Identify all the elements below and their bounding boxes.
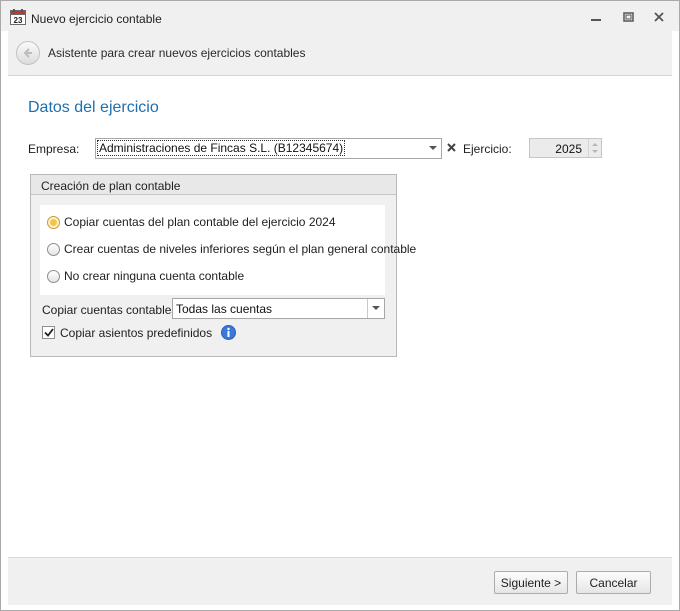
radio-option-crear[interactable]: Crear cuentas de niveles inferiores segú… [47, 241, 416, 257]
window-title: Nuevo ejercicio contable [31, 12, 162, 26]
copiar-cuentas-value: Todas las cuentas [176, 302, 273, 316]
wizard-header: Asistente para crear nuevos ejercicios c… [8, 31, 672, 76]
wizard-subtitle: Asistente para crear nuevos ejercicios c… [48, 46, 306, 60]
radio-label: Copiar cuentas del plan contable del eje… [64, 215, 336, 229]
restore-icon [622, 12, 634, 22]
minimize-icon [591, 19, 601, 21]
empresa-dropdown-button[interactable] [424, 139, 441, 158]
copiar-asientos-checkbox[interactable] [42, 326, 55, 339]
group-title: Creación de plan contable [41, 179, 181, 193]
empresa-clear-button[interactable] [443, 139, 460, 156]
title-bar: 23 Nuevo ejercicio contable [1, 1, 679, 31]
close-icon [654, 12, 664, 22]
spin-up-icon[interactable] [592, 143, 598, 146]
radio-option-no-crear[interactable]: No crear ninguna cuenta contable [47, 268, 244, 284]
empresa-label: Empresa: [28, 142, 80, 156]
radio-panel: Copiar cuentas del plan contable del eje… [40, 205, 416, 295]
group-header: Creación de plan contable [31, 175, 396, 195]
chevron-down-icon [372, 306, 380, 310]
ejercicio-value: 2025 [555, 142, 582, 156]
svg-text:23: 23 [14, 16, 23, 25]
close-button[interactable] [648, 9, 670, 25]
ejercicio-label: Ejercicio: [463, 142, 512, 156]
ejercicio-spinner[interactable]: 2025 [529, 138, 602, 158]
radio-label: Crear cuentas de niveles inferiores segú… [64, 242, 417, 256]
copiar-asientos-label: Copiar asientos predefinidos [60, 326, 213, 340]
clear-x-icon [447, 143, 456, 152]
maximize-button[interactable] [617, 9, 639, 25]
checkmark-icon [43, 328, 54, 337]
section-title: Datos del ejercicio [28, 99, 159, 116]
radio-selected-icon[interactable] [47, 215, 60, 229]
cancel-button[interactable]: Cancelar [576, 571, 651, 594]
empresa-value: Administraciones de Fincas S.L. (B123456… [96, 140, 346, 156]
copiar-cuentas-combobox[interactable]: Todas las cuentas [172, 298, 385, 319]
empresa-combobox[interactable]: Administraciones de Fincas S.L. (B123456… [95, 138, 442, 159]
radio-option-copiar[interactable]: Copiar cuentas del plan contable del eje… [47, 214, 336, 230]
copiar-cuentas-dropdown-button[interactable] [367, 299, 384, 318]
spin-down-icon[interactable] [592, 150, 598, 153]
chevron-down-icon [428, 146, 437, 150]
next-button[interactable]: Siguiente > [494, 571, 568, 594]
copiar-cuentas-label: Copiar cuentas contables: [42, 303, 181, 317]
wizard-footer: Siguiente > Cancelar [8, 557, 672, 605]
minimize-button[interactable] [585, 9, 607, 25]
radio-unselected-icon[interactable] [47, 269, 60, 283]
radio-label: No crear ninguna cuenta contable [64, 269, 245, 283]
ejercicio-spin-buttons[interactable] [588, 139, 601, 157]
info-icon[interactable] [221, 325, 236, 340]
back-button[interactable] [16, 41, 40, 65]
calendar-23-icon: 23 [10, 9, 26, 25]
back-arrow-icon [23, 48, 32, 58]
radio-unselected-icon[interactable] [47, 242, 60, 256]
dialog-window: 23 Nuevo ejercicio contable Asistente pa… [0, 0, 680, 611]
